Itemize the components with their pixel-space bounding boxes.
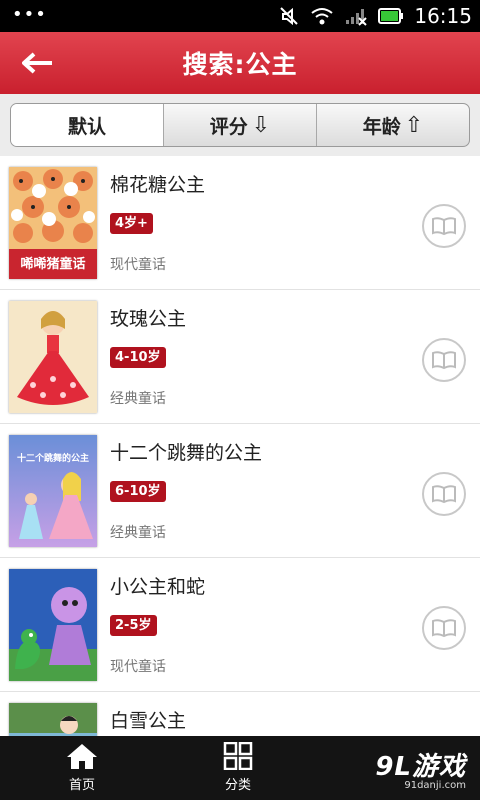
list-item[interactable]: 玫瑰公主 4-10岁 经典童话: [0, 290, 480, 424]
tab-label: 评分: [209, 115, 248, 138]
book-title: 玫瑰公主: [110, 308, 187, 330]
watermark-url: 91danji.com: [404, 780, 466, 791]
book-title: 白雪公主: [110, 710, 187, 732]
status-bar: ••• 16:15: [0, 0, 480, 32]
nav-label: 分类: [224, 778, 251, 793]
book-cover: 十二个跳舞的公主: [9, 435, 97, 547]
grid-icon: [223, 742, 253, 770]
signal-icon: [344, 6, 368, 26]
book-icon: [432, 351, 456, 370]
list-item[interactable]: 白雪公主: [0, 692, 480, 736]
watermark-logo: 9L游戏: [375, 752, 466, 782]
sort-bar: 默认 评分 ⇩ 年龄 ⇧: [0, 94, 480, 156]
arrow-down-icon: ⇩: [251, 112, 271, 138]
list-item[interactable]: 小公主和蛇 2-5岁 现代童话: [0, 558, 480, 692]
book-category: 现代童话: [110, 659, 166, 675]
mute-icon: [278, 5, 300, 27]
read-button[interactable]: [422, 338, 466, 382]
nav-label: 首页: [68, 778, 95, 793]
sort-tabs: 默认 评分 ⇩ 年龄 ⇧: [10, 103, 470, 147]
book-cover: [9, 301, 97, 413]
page-title: 搜索:公主: [182, 50, 298, 79]
tab-default[interactable]: 默认: [11, 104, 164, 146]
cover-text: 十二个跳舞的公主: [16, 454, 89, 464]
book-icon: [432, 217, 456, 236]
bottom-nav: 首页 分类 9L游戏 91danji.com: [0, 736, 480, 800]
battery-icon: [378, 7, 404, 25]
book-category: 经典童话: [110, 391, 166, 407]
book-cover: [9, 569, 97, 681]
list-item[interactable]: 十二个跳舞的公主 十二个跳舞的公主 6-10岁 经典童话: [0, 424, 480, 558]
list-item[interactable]: 唏唏猪童话 棉花糖公主 4岁+ 现代童话: [0, 156, 480, 290]
arrow-up-icon: ⇧: [404, 112, 424, 138]
age-badge: 4-10岁: [110, 347, 166, 368]
nav-home[interactable]: 首页: [52, 742, 112, 798]
book-icon: [432, 485, 456, 504]
book-cover: 唏唏猪童话: [9, 167, 97, 279]
back-button[interactable]: [22, 48, 58, 78]
book-list: 唏唏猪童话 棉花糖公主 4岁+ 现代童话 玫瑰公主 4-10岁 经典童话 十二个…: [0, 156, 480, 736]
read-button[interactable]: [422, 472, 466, 516]
book-category: 现代童话: [110, 257, 166, 273]
book-title: 小公主和蛇: [110, 576, 206, 598]
menu-dots-icon: •••: [12, 4, 47, 25]
tab-label: 年龄: [362, 115, 401, 138]
cover-text: 唏唏猪童话: [20, 257, 86, 272]
book-title: 棉花糖公主: [110, 174, 206, 196]
app-header: 搜索:公主: [0, 32, 480, 94]
book-category: 经典童话: [110, 525, 166, 541]
book-icon: [432, 619, 456, 638]
clock: 16:15: [414, 4, 472, 28]
wifi-icon: [310, 6, 334, 26]
book-cover: [9, 703, 97, 736]
age-badge: 6-10岁: [110, 481, 166, 502]
age-badge: 4岁+: [110, 213, 153, 234]
book-title: 十二个跳舞的公主: [110, 442, 263, 464]
read-button[interactable]: [422, 204, 466, 248]
read-button[interactable]: [422, 606, 466, 650]
nav-category[interactable]: 分类: [208, 742, 268, 798]
age-badge: 2-5岁: [110, 615, 157, 636]
tab-rating[interactable]: 评分 ⇩: [164, 104, 317, 146]
tab-age[interactable]: 年龄 ⇧: [317, 104, 469, 146]
back-arrow-icon: [22, 52, 52, 74]
tab-label: 默认: [67, 115, 106, 138]
home-icon: [67, 744, 97, 769]
